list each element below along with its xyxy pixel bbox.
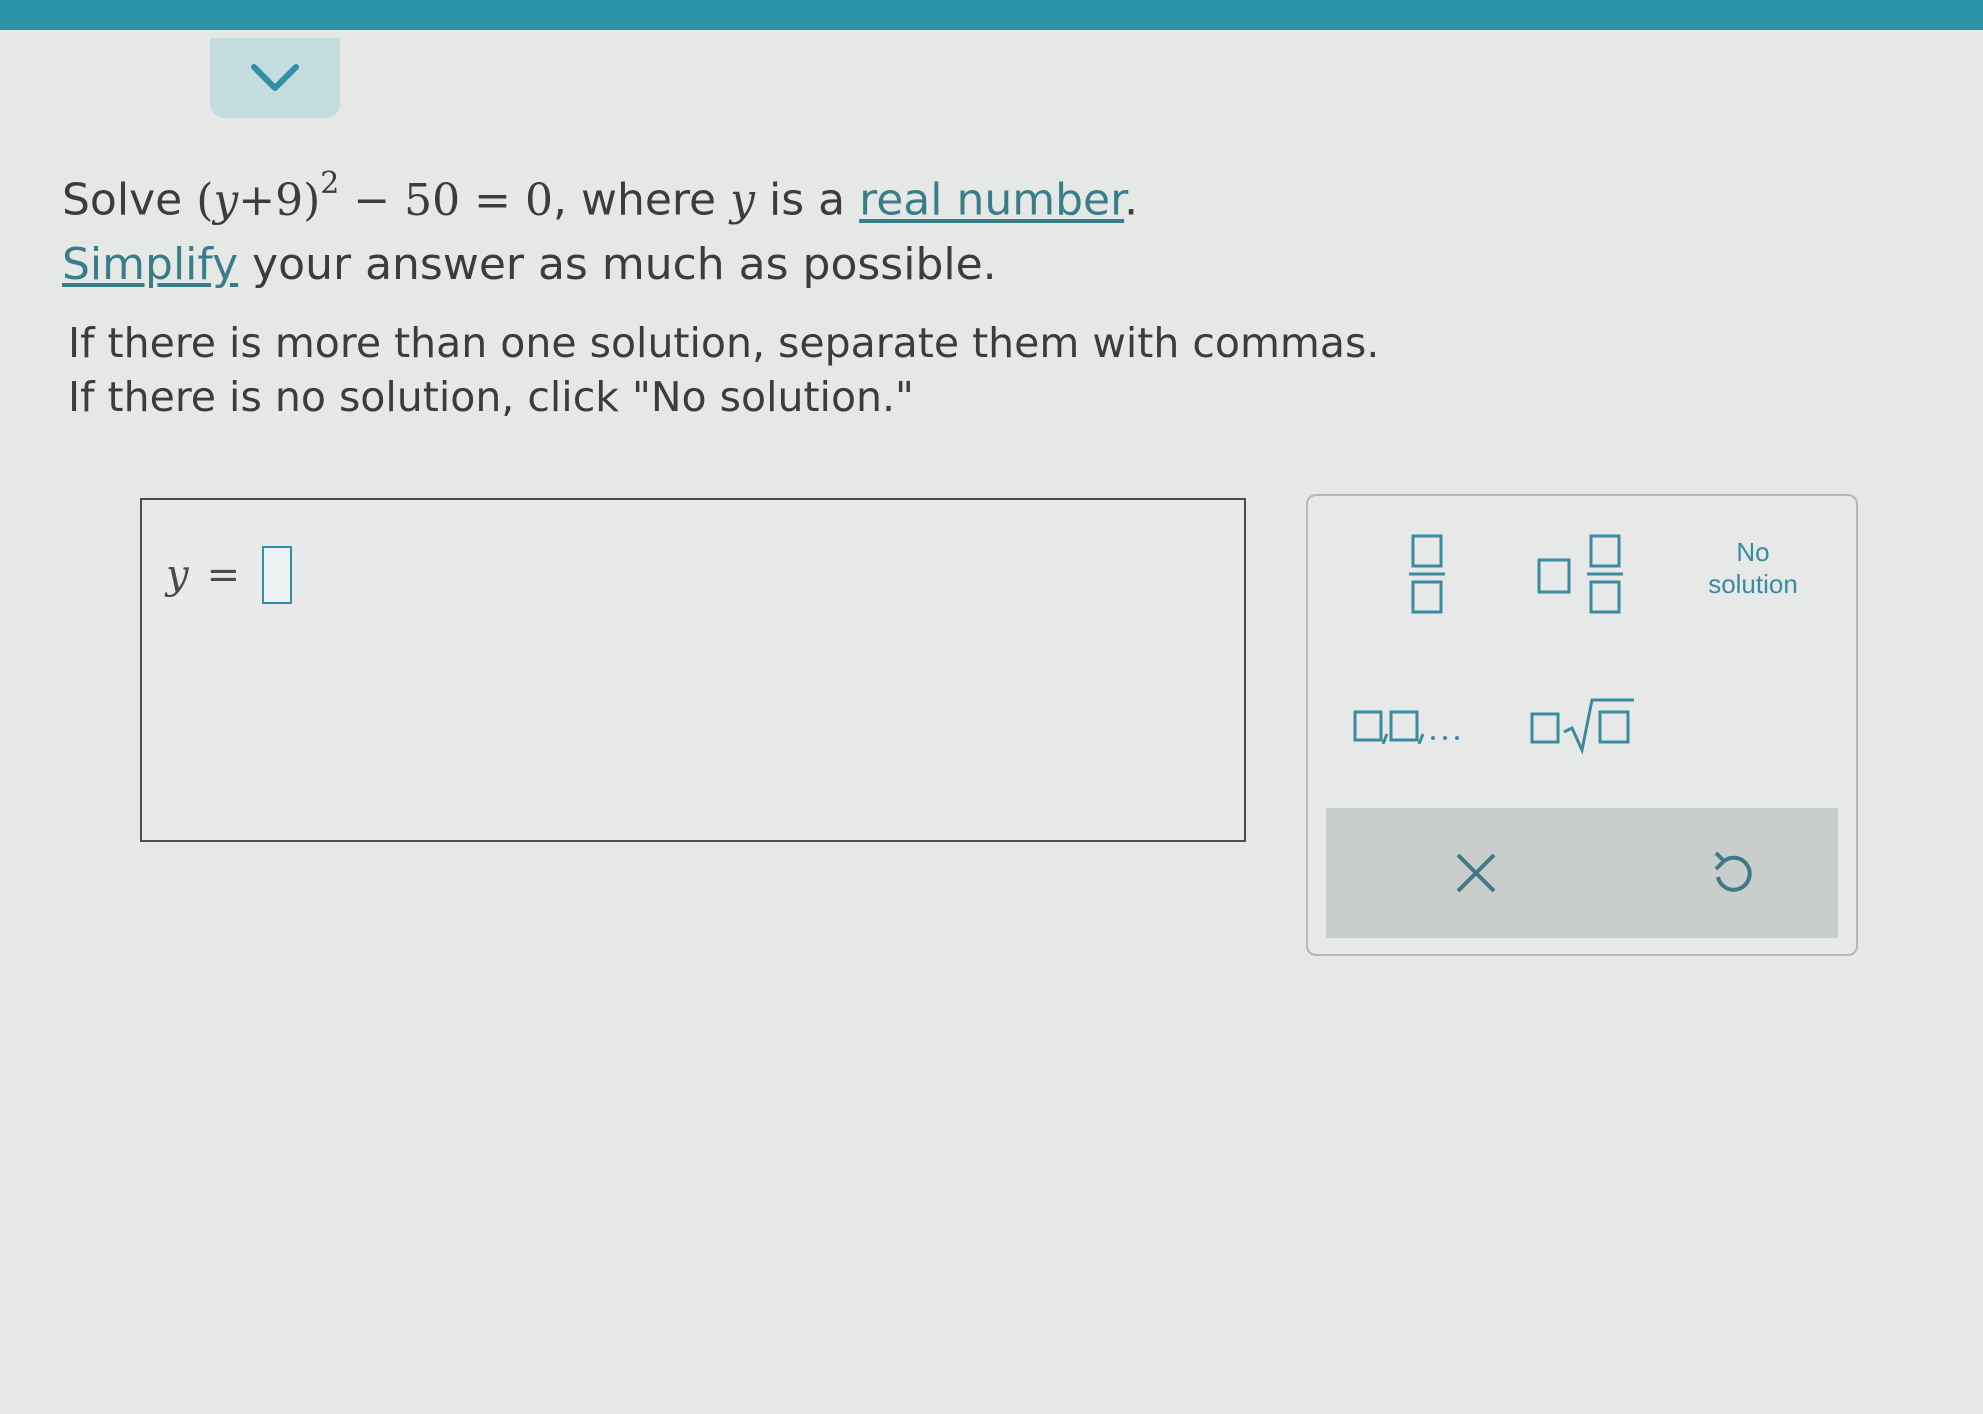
variable-label: y (730, 174, 755, 226)
fraction-button[interactable] (1372, 532, 1482, 616)
clear-button[interactable] (1416, 828, 1536, 918)
answer-area[interactable]: y = (140, 498, 1246, 842)
simplify-link[interactable]: Simplify (62, 239, 238, 290)
undo-icon (1714, 851, 1752, 892)
fraction-icon (1409, 534, 1445, 614)
instructions: If there is more than one solution, sepa… (68, 316, 1379, 424)
where-text: , where (553, 174, 717, 226)
nth-root-button[interactable] (1518, 688, 1648, 760)
answer-variable: y (166, 552, 189, 598)
answer-line: y = (166, 546, 293, 604)
instruction-line-1: If there is more than one solution, sepa… (68, 319, 1380, 367)
simplify-text: your answer as much as possible. (238, 238, 997, 290)
top-bar (0, 0, 1983, 30)
mixed-number-icon (1537, 534, 1623, 614)
no-solution-button[interactable]: No solution (1688, 536, 1818, 600)
instruction-line-2: If there is no solution, click "No solut… (68, 373, 914, 421)
no-solution-label-1: No (1736, 537, 1770, 567)
math-keypad: No solution (1306, 494, 1858, 956)
period: . (1124, 174, 1139, 226)
action-bar (1326, 808, 1838, 938)
problem-statement: Solve (y+9)2 − 50 = 0, where y is a real… (62, 158, 1138, 297)
equation: (y+9)2 − 50 = 0 (196, 166, 554, 226)
solve-label: Solve (62, 174, 183, 226)
close-icon (1456, 853, 1496, 893)
answer-input[interactable] (262, 546, 293, 604)
undo-button[interactable] (1672, 828, 1792, 918)
list-icon (1353, 710, 1459, 744)
mixed-number-button[interactable] (1518, 532, 1648, 616)
no-solution-label-2: solution (1708, 569, 1798, 599)
equals-sign: = (206, 552, 241, 598)
chevron-down-icon (251, 64, 299, 91)
is-a-text: is a (768, 174, 846, 226)
problem-line-1: Solve (y+9)2 − 50 = 0, where y is a real… (62, 158, 1138, 233)
list-button[interactable] (1344, 692, 1474, 756)
problem-line-2: Simplify your answer as much as possible… (62, 233, 1138, 297)
real-number-link[interactable]: real number (859, 175, 1124, 226)
collapse-toggle-button[interactable] (210, 38, 340, 118)
nth-root-icon (1530, 698, 1634, 754)
